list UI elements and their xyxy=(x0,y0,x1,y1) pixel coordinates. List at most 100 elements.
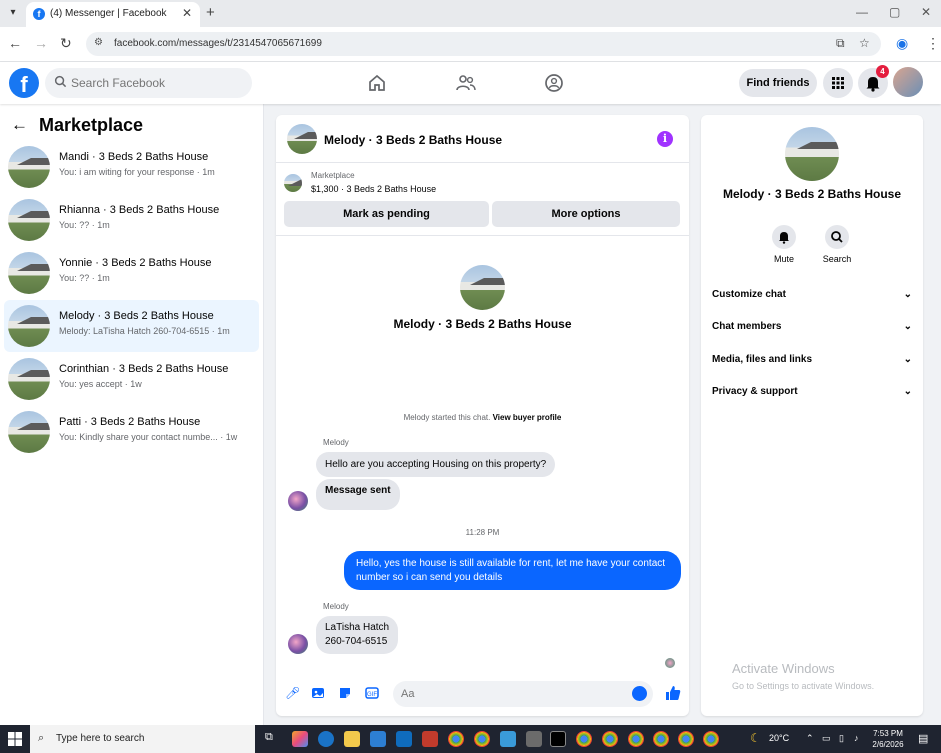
battery-icon[interactable]: ▯ xyxy=(839,733,844,744)
calculator-icon[interactable] xyxy=(526,731,542,747)
find-friends-button[interactable]: Find friends xyxy=(739,69,817,97)
incoming-message[interactable]: LaTisha Hatch 260-704-6515 xyxy=(316,616,399,654)
incoming-message[interactable]: Hello are you accepting Housing on this … xyxy=(316,452,556,477)
install-app-icon[interactable]: ⧉ xyxy=(836,36,845,51)
search-in-chat-button[interactable] xyxy=(825,225,849,249)
omnibox[interactable]: ⚙ facebook.com/messages/t/23145470656716… xyxy=(86,32,881,56)
file-explorer-icon[interactable] xyxy=(344,731,360,747)
listing-summary[interactable]: Marketplace $1,300 · 3 Beds 2 Baths Hous… xyxy=(284,171,684,199)
mark-as-pending-button[interactable]: Mark as pending xyxy=(284,201,489,227)
capcut-icon[interactable] xyxy=(550,731,566,747)
forward-icon[interactable]: → xyxy=(34,35,48,51)
chrome-icon[interactable] xyxy=(474,731,490,747)
view-buyer-profile-link[interactable]: View buyer profile xyxy=(493,413,562,422)
chat-avatar[interactable] xyxy=(287,124,317,154)
profile-extension-icon[interactable]: ◉ xyxy=(896,35,908,52)
listing-price-title: $1,300 · 3 Beds 2 Baths House xyxy=(311,184,437,194)
gif-icon[interactable]: GIF xyxy=(365,686,379,700)
search-input[interactable] xyxy=(71,74,241,92)
chat-title[interactable]: Melody · 3 Beds 2 Baths House xyxy=(324,133,502,147)
chrome-icon[interactable] xyxy=(602,731,618,747)
microphone-icon[interactable]: 🎤︎ xyxy=(285,686,300,700)
back-arrow-icon[interactable]: ← xyxy=(11,115,28,135)
facebook-search[interactable] xyxy=(45,68,252,98)
incoming-message[interactable]: Message sent xyxy=(316,479,400,510)
task-view-icon[interactable]: ⧉ xyxy=(265,731,273,744)
details-avatar[interactable] xyxy=(785,127,839,181)
taskbar-search[interactable]: ⌕ Type here to search xyxy=(30,725,255,753)
network-icon[interactable]: ▭ xyxy=(822,733,831,744)
tab-list-button[interactable]: ▾ xyxy=(4,5,22,21)
chrome-icon[interactable] xyxy=(678,731,694,747)
tray-chevron-icon[interactable]: ⌃ xyxy=(806,733,814,744)
clock[interactable]: 7:53 PM 2/6/2026 xyxy=(868,728,908,750)
tab-close-icon[interactable]: ✕ xyxy=(182,6,192,20)
store-icon[interactable] xyxy=(370,731,386,747)
facebook-logo-icon[interactable]: f xyxy=(9,68,39,98)
sender-avatar[interactable] xyxy=(288,634,308,654)
taskbar-search-placeholder: Type here to search xyxy=(56,733,145,744)
conversation-item[interactable]: Mandi · 3 Beds 2 Baths House You: i am w… xyxy=(4,141,259,193)
bookmark-star-icon[interactable]: ☆ xyxy=(859,36,870,50)
browser-menu-icon[interactable]: ⋮ xyxy=(926,35,940,52)
new-tab-button[interactable]: + xyxy=(206,4,215,21)
app-icon[interactable] xyxy=(500,731,516,747)
thumbs-up-icon[interactable] xyxy=(664,684,682,702)
window-close-icon[interactable]: ✕ xyxy=(921,5,931,19)
home-icon[interactable] xyxy=(366,72,388,94)
outgoing-message[interactable]: Hello, yes the house is still available … xyxy=(344,551,681,590)
message-input[interactable] xyxy=(401,686,601,702)
media-files-links-section[interactable]: Media, files and links ⌄ xyxy=(712,354,912,374)
chat-members-section[interactable]: Chat members ⌄ xyxy=(712,321,912,341)
conversation-item[interactable]: Rhianna · 3 Beds 2 Baths House You: ?? ·… xyxy=(4,194,259,246)
browser-tab[interactable]: f (4) Messenger | Facebook ✕ xyxy=(26,2,200,27)
search-icon: ⌕ xyxy=(38,732,45,744)
customize-chat-section[interactable]: Customize chat ⌄ xyxy=(712,289,912,309)
conversation-item-active[interactable]: Melody · 3 Beds 2 Baths House Melody: La… xyxy=(4,300,259,352)
mail-icon[interactable] xyxy=(396,731,412,747)
listing-thumbnail xyxy=(8,305,50,347)
weather-icon[interactable]: ☾ xyxy=(750,731,761,745)
menu-grid-button[interactable] xyxy=(823,68,853,98)
message-composer[interactable] xyxy=(393,681,653,707)
details-name: Melody · 3 Beds 2 Baths House xyxy=(722,187,902,201)
conversation-item[interactable]: Yonnie · 3 Beds 2 Baths House You: ?? · … xyxy=(4,247,259,299)
image-icon[interactable] xyxy=(311,686,325,700)
url-text[interactable]: facebook.com/messages/t/2314547065671699 xyxy=(114,38,322,49)
listing-thumbnail xyxy=(8,199,50,241)
copilot-icon[interactable] xyxy=(292,731,308,747)
friends-icon[interactable] xyxy=(455,72,477,94)
info-icon[interactable]: i xyxy=(657,131,673,147)
windows-start-icon[interactable] xyxy=(8,732,22,746)
chrome-icon[interactable] xyxy=(653,731,669,747)
sticker-icon[interactable] xyxy=(338,686,352,700)
reload-icon[interactable]: ↻ xyxy=(60,35,72,52)
site-info-icon[interactable]: ⚙ xyxy=(94,37,103,48)
volume-icon[interactable]: ♪ xyxy=(854,733,859,743)
address-bar-row: ← → ↻ ⚙ facebook.com/messages/t/23145470… xyxy=(0,27,941,62)
chrome-icon[interactable] xyxy=(576,731,592,747)
chrome-icon[interactable] xyxy=(628,731,644,747)
conversation-snippet: You: i am witing for your response · 1m xyxy=(59,167,215,177)
app-icon[interactable] xyxy=(422,731,438,747)
maximize-icon[interactable]: ▢ xyxy=(889,5,900,19)
sender-avatar[interactable] xyxy=(288,491,308,511)
back-icon[interactable]: ← xyxy=(8,35,22,51)
chrome-icon[interactable] xyxy=(448,731,464,747)
edge-icon[interactable] xyxy=(318,731,334,747)
account-avatar[interactable] xyxy=(893,67,923,97)
mute-label: Mute xyxy=(773,254,794,264)
chat-profile-avatar[interactable] xyxy=(460,265,505,310)
weather-temp[interactable]: 20°C xyxy=(769,733,789,743)
emoji-icon[interactable] xyxy=(632,686,647,701)
mute-button[interactable] xyxy=(772,225,796,249)
minimize-icon[interactable]: — xyxy=(856,5,868,19)
chrome-icon[interactable] xyxy=(703,731,719,747)
more-options-button[interactable]: More options xyxy=(492,201,680,227)
listing-thumbnail xyxy=(284,174,302,192)
groups-icon[interactable] xyxy=(543,72,565,94)
privacy-support-section[interactable]: Privacy & support ⌄ xyxy=(712,386,912,406)
notification-center-icon[interactable]: ▤ xyxy=(918,732,928,745)
conversation-item[interactable]: Corinthian · 3 Beds 2 Baths House You: y… xyxy=(4,353,259,405)
conversation-item[interactable]: Patti · 3 Beds 2 Baths House You: Kindly… xyxy=(4,406,259,458)
